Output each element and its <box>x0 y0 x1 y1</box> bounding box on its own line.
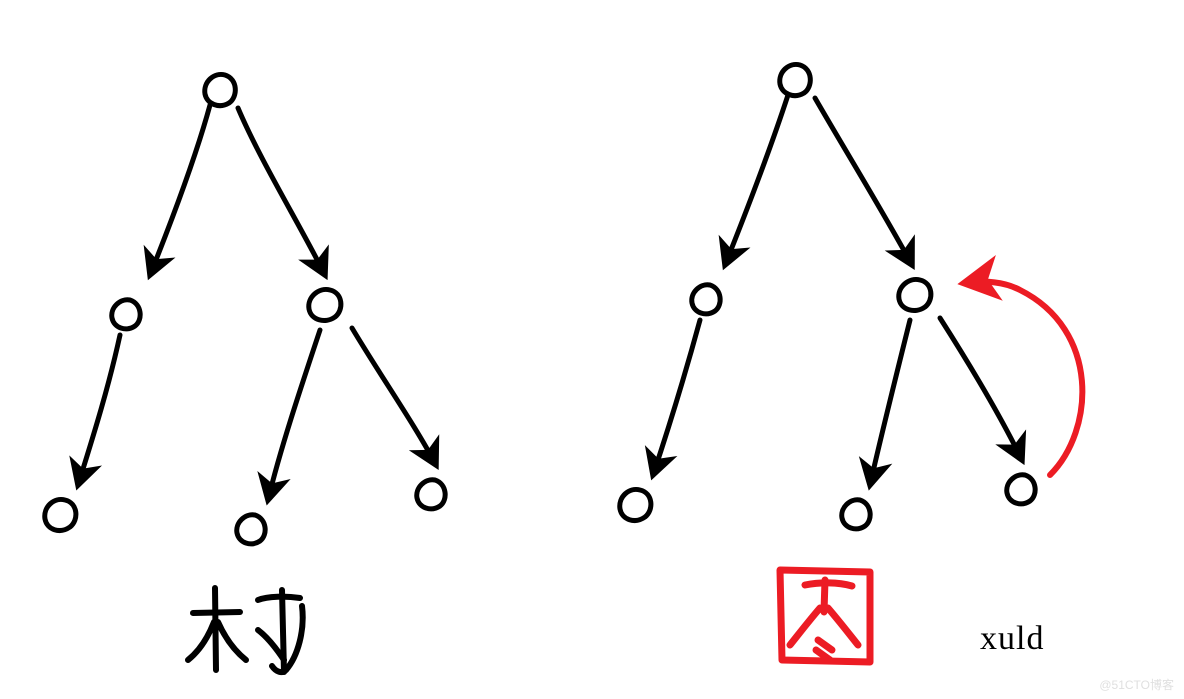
graph-edge-R-RL <box>870 320 910 485</box>
graph-edge-root-R <box>815 98 912 265</box>
graph-node-RL <box>842 500 870 529</box>
graph-node-RR <box>1007 475 1035 504</box>
graph-cycle-edge <box>965 282 1082 475</box>
tree-edge-R-RR <box>352 328 436 465</box>
tree-edge-R-RL <box>268 330 320 500</box>
tree-node-RL <box>237 515 265 544</box>
tree-node-L <box>112 300 140 329</box>
tree-edge-L-LL <box>78 335 120 485</box>
tree-node-root <box>205 74 236 105</box>
tree-node-RR <box>417 480 445 509</box>
graph-node-root <box>780 64 811 95</box>
graph-diagram <box>620 64 1035 528</box>
graph-node-L <box>692 285 720 314</box>
graph-edge-L-LL <box>653 320 700 475</box>
graph-node-R <box>899 279 931 310</box>
tree-diagram <box>45 74 445 543</box>
graph-node-LL <box>620 489 651 520</box>
graph-label-glyph <box>780 570 870 662</box>
tree-edge-root-R <box>238 108 325 275</box>
tree-label-glyph <box>188 588 303 672</box>
diagram-canvas <box>0 0 1184 699</box>
tree-node-R <box>309 289 341 320</box>
graph-edge-R-RR <box>940 318 1022 460</box>
author-signature: xuld <box>980 620 1044 658</box>
tree-node-LL <box>45 499 76 530</box>
watermark: @51CTO博客 <box>1099 676 1174 693</box>
tree-edge-root-L <box>150 105 210 275</box>
graph-edge-root-L <box>725 95 788 265</box>
